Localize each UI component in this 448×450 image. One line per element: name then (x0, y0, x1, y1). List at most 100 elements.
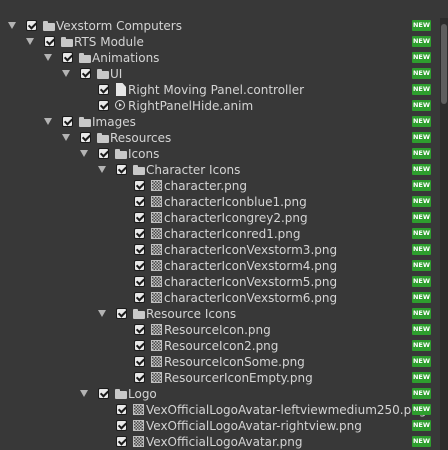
tree-item-label: UI (110, 67, 123, 81)
tree-folder-row[interactable]: Character Icons NEW (0, 162, 438, 178)
tree-file-row[interactable]: Right Moving Panel.controller NEW (0, 82, 438, 98)
new-badge: NEW (412, 164, 431, 175)
folder-icon (78, 115, 92, 129)
new-badge: NEW (412, 436, 431, 447)
tree-folder-row[interactable]: Logo NEW (0, 386, 438, 402)
foldout-expanded-icon[interactable] (8, 22, 16, 29)
tree-folder-row[interactable]: UI NEW (0, 66, 438, 82)
foldout-expanded-icon[interactable] (98, 310, 106, 317)
folder-icon (114, 387, 128, 401)
tree-item-label: VexOfficialLogoAvatar-leftviewmedium250.… (146, 403, 427, 417)
sprite-icon (133, 436, 144, 447)
include-checkbox[interactable] (134, 196, 145, 207)
tree-file-row[interactable]: RightPanelHide.anim NEW (0, 98, 438, 114)
include-checkbox[interactable] (98, 148, 109, 159)
tree-folder-row[interactable]: Resources NEW (0, 130, 438, 146)
foldout-expanded-icon[interactable] (62, 134, 70, 141)
include-checkbox[interactable] (26, 20, 37, 31)
tree-item-label: characterIconVexstorm5.png (164, 275, 338, 289)
tree-file-row[interactable]: VexOfficialLogoAvatar.png NEW (0, 434, 438, 450)
include-checkbox[interactable] (134, 372, 145, 383)
include-checkbox[interactable] (116, 308, 127, 319)
tree-folder-row[interactable]: Images NEW (0, 114, 438, 130)
tree-file-row[interactable]: ResourcerIconEmpty.png NEW (0, 370, 438, 386)
new-badge: NEW (412, 196, 431, 207)
include-checkbox[interactable] (134, 260, 145, 271)
new-badge: NEW (412, 228, 431, 239)
tree-file-row[interactable]: characterIconVexstorm4.png NEW (0, 258, 438, 274)
tree-folder-row[interactable]: Animations NEW (0, 50, 438, 66)
tree-file-row[interactable]: characterIconVexstorm6.png NEW (0, 290, 438, 306)
tree-folder-row[interactable]: Resource Icons NEW (0, 306, 438, 322)
folder-icon (42, 19, 56, 33)
include-checkbox[interactable] (98, 100, 109, 111)
tree-file-row[interactable]: characterIconred1.png NEW (0, 226, 438, 242)
new-badge: NEW (412, 260, 431, 271)
tree-item-label: characterIconVexstorm3.png (164, 243, 338, 257)
include-checkbox[interactable] (134, 244, 145, 255)
tree-item-label: ResourcerIconEmpty.png (164, 371, 313, 385)
tree-item-label: Resources (110, 131, 172, 145)
tree-folder-row[interactable]: RTS Module NEW (0, 34, 438, 50)
sprite-icon (133, 420, 144, 431)
include-checkbox[interactable] (62, 52, 73, 63)
folder-icon (60, 35, 74, 49)
new-badge: NEW (412, 388, 431, 399)
tree-item-label: characterIconVexstorm6.png (164, 291, 338, 305)
include-checkbox[interactable] (80, 68, 91, 79)
include-checkbox[interactable] (134, 212, 145, 223)
include-checkbox[interactable] (116, 164, 127, 175)
foldout-expanded-icon[interactable] (98, 166, 106, 173)
foldout-expanded-icon[interactable] (44, 54, 52, 61)
include-checkbox[interactable] (44, 36, 55, 47)
include-checkbox[interactable] (116, 404, 127, 415)
include-checkbox[interactable] (134, 292, 145, 303)
include-checkbox[interactable] (134, 324, 145, 335)
foldout-expanded-icon[interactable] (26, 38, 34, 45)
tree-item-label: Vexstorm Computers (56, 19, 182, 33)
animation-clip-icon (115, 100, 125, 110)
include-checkbox[interactable] (134, 276, 145, 287)
tree-file-row[interactable]: ResourceIcon.png NEW (0, 322, 438, 338)
sprite-icon (151, 228, 162, 239)
foldout-expanded-icon[interactable] (80, 390, 88, 397)
tree-item-label: characterIcongrey2.png (164, 211, 308, 225)
tree-file-row[interactable]: characterIconblue1.png NEW (0, 194, 438, 210)
new-badge: NEW (412, 340, 431, 351)
tree-folder-row[interactable]: Vexstorm Computers NEW (0, 18, 438, 34)
new-badge: NEW (412, 100, 431, 111)
tree-file-row[interactable]: characterIconVexstorm3.png NEW (0, 242, 438, 258)
scrollbar-thumb[interactable] (441, 24, 447, 104)
include-checkbox[interactable] (134, 356, 145, 367)
new-badge: NEW (412, 356, 431, 367)
include-checkbox[interactable] (80, 132, 91, 143)
tree-file-row[interactable]: ResourceIcon2.png NEW (0, 338, 438, 354)
new-badge: NEW (412, 404, 431, 415)
include-checkbox[interactable] (134, 340, 145, 351)
include-checkbox[interactable] (134, 228, 145, 239)
tree-file-row[interactable]: VexOfficialLogoAvatar-leftviewmedium250.… (0, 402, 438, 418)
tree-folder-row[interactable]: Icons NEW (0, 146, 438, 162)
tree-file-row[interactable]: characterIconVexstorm5.png NEW (0, 274, 438, 290)
sprite-icon (151, 356, 162, 367)
include-checkbox[interactable] (62, 116, 73, 127)
tree-file-row[interactable]: VexOfficialLogoAvatar-rightview.png NEW (0, 418, 438, 434)
sprite-icon (151, 212, 162, 223)
vertical-scrollbar[interactable] (440, 18, 448, 450)
tree-item-label: characterIconVexstorm4.png (164, 259, 338, 273)
tree-item-label: Icons (128, 147, 160, 161)
include-checkbox[interactable] (98, 388, 109, 399)
foldout-expanded-icon[interactable] (62, 70, 70, 77)
tree-item-label: Resource Icons (146, 307, 237, 321)
tree-item-label: characterIconblue1.png (164, 195, 307, 209)
tree-file-row[interactable]: ResourceIconSome.png NEW (0, 354, 438, 370)
foldout-expanded-icon[interactable] (80, 150, 88, 157)
include-checkbox[interactable] (116, 420, 127, 431)
include-checkbox[interactable] (116, 436, 127, 447)
tree-file-row[interactable]: character.png NEW (0, 178, 438, 194)
include-checkbox[interactable] (98, 84, 109, 95)
new-badge: NEW (412, 132, 431, 143)
include-checkbox[interactable] (134, 180, 145, 191)
tree-file-row[interactable]: characterIcongrey2.png NEW (0, 210, 438, 226)
foldout-expanded-icon[interactable] (44, 118, 52, 125)
